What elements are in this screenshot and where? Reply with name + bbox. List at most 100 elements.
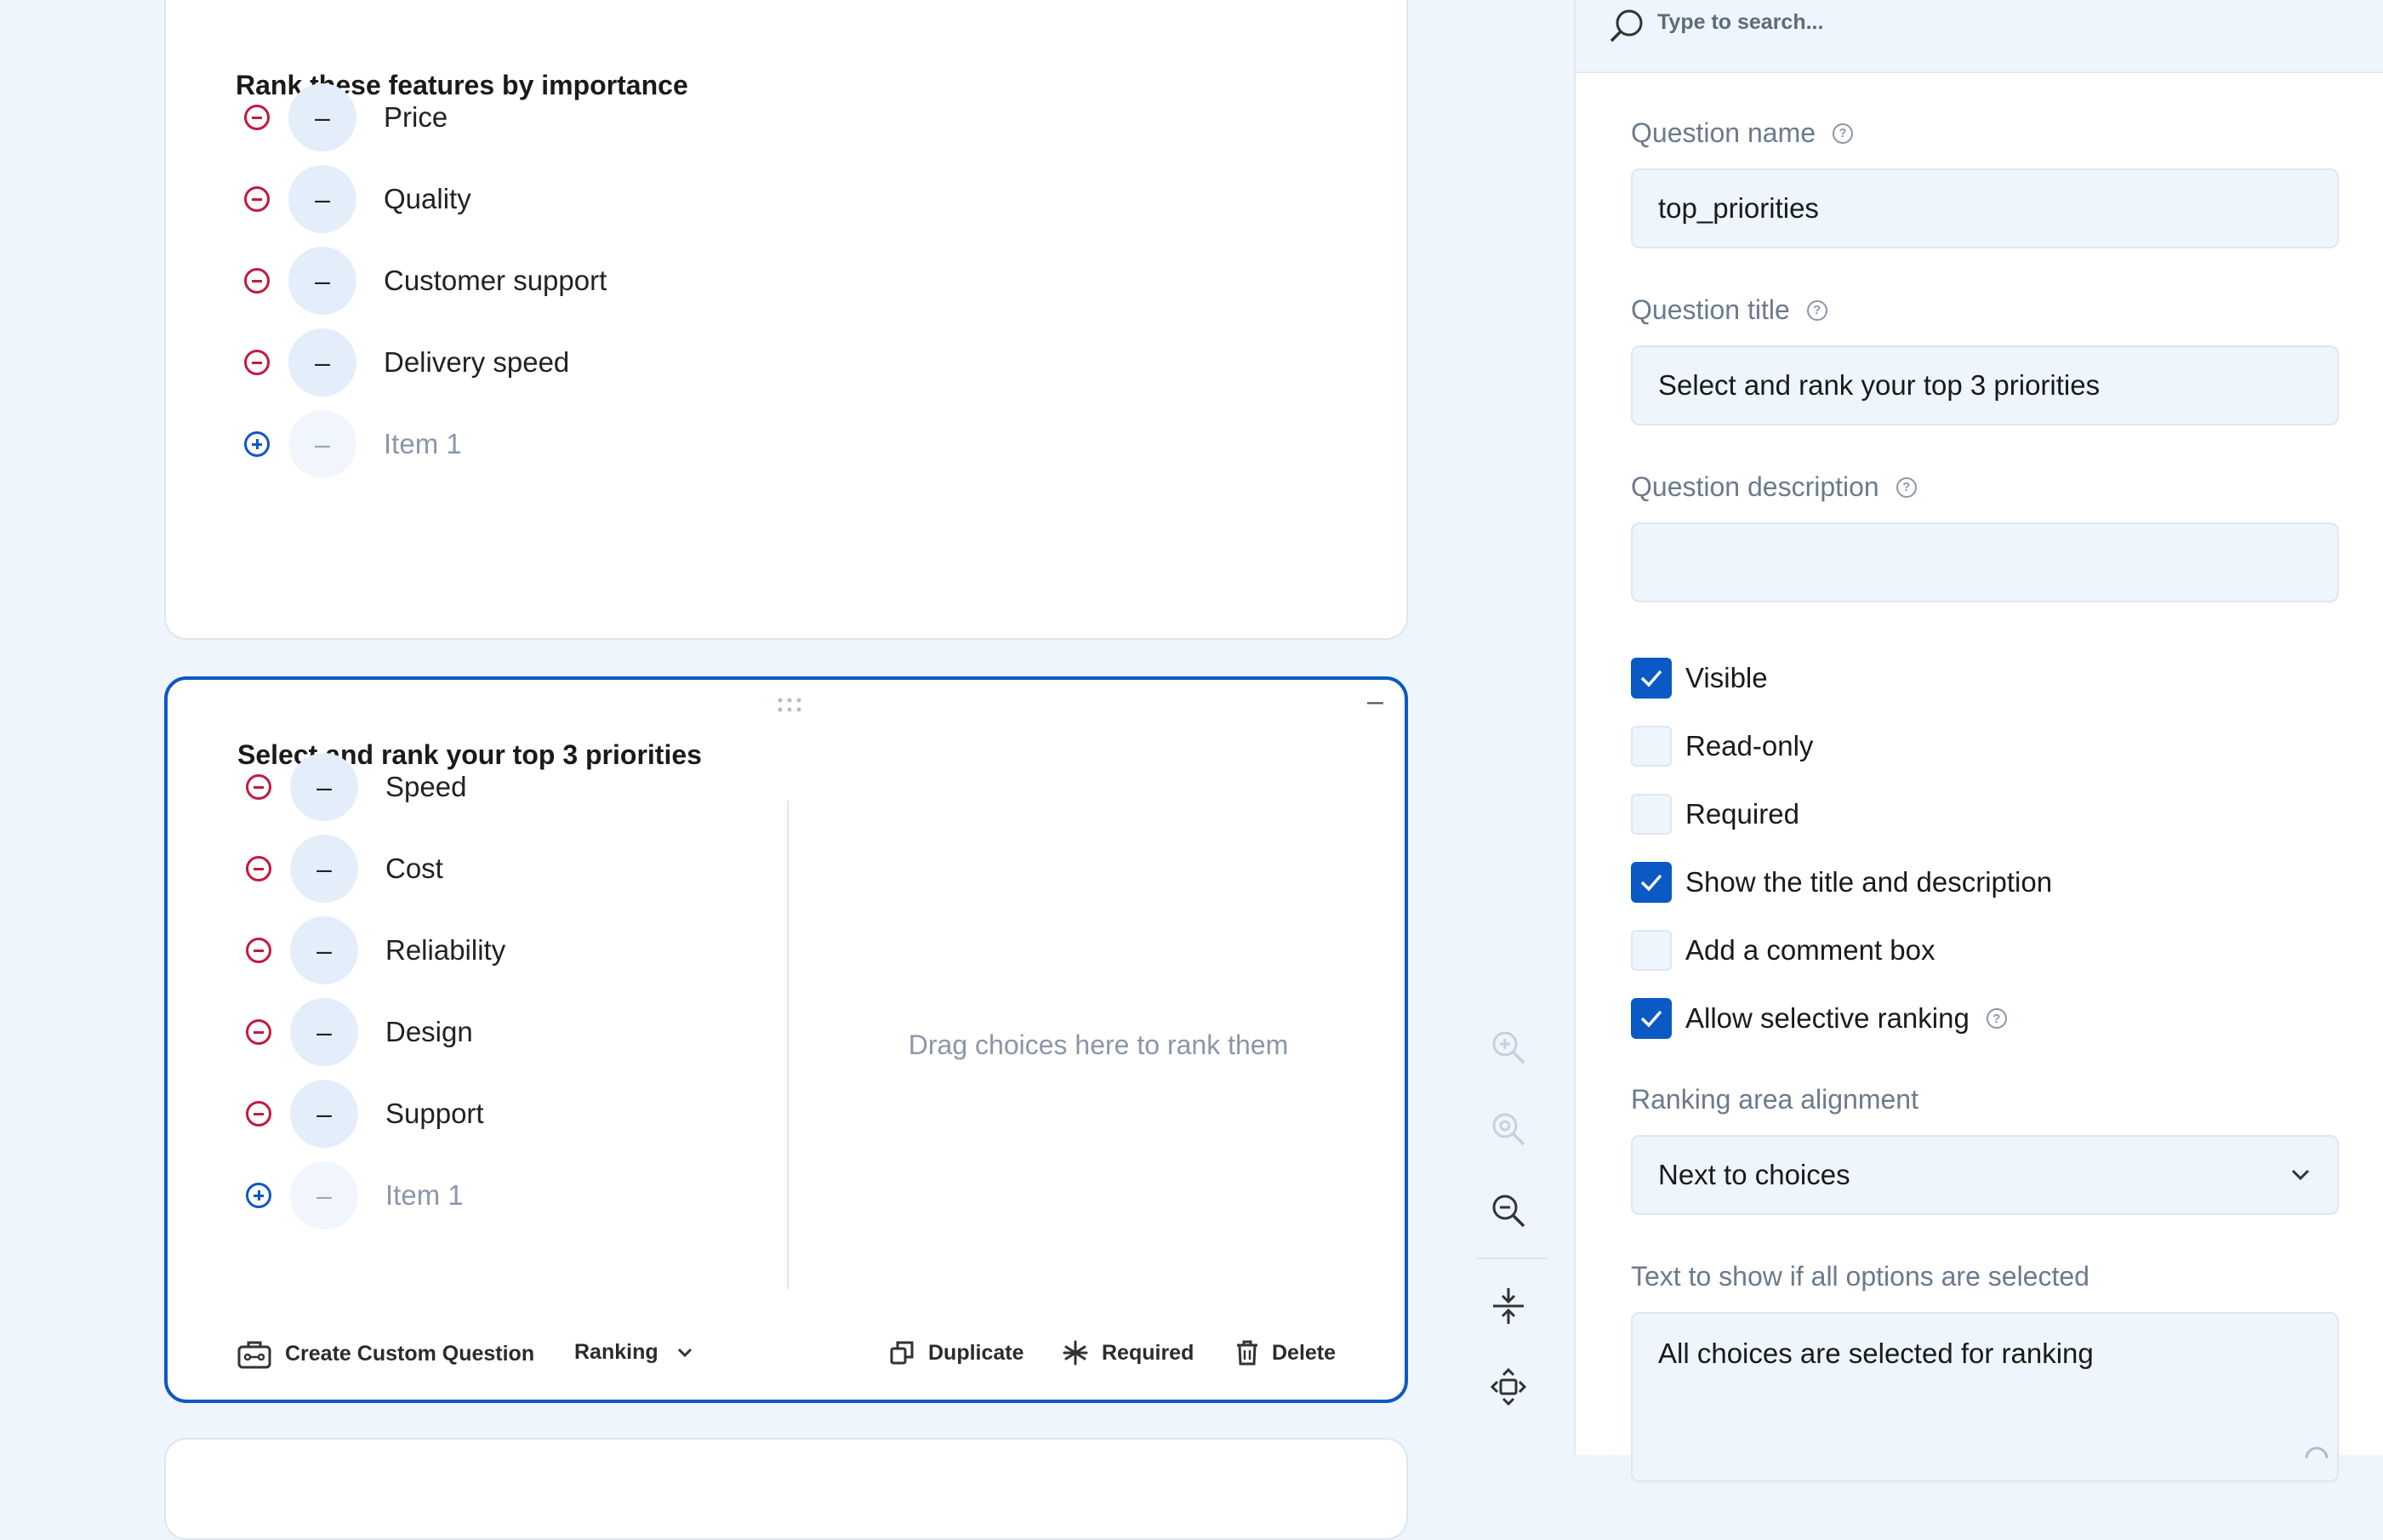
remove-choice-icon[interactable] — [246, 938, 271, 963]
checkbox-label: Show the title and description — [1685, 866, 2053, 898]
question-name-input[interactable]: top_priorities — [1631, 168, 2339, 248]
duplicate-icon — [890, 1341, 914, 1365]
rank-badge: – — [290, 1080, 358, 1148]
collapse-button[interactable]: – — [1367, 685, 1383, 718]
check-icon — [1640, 874, 1662, 892]
zoom-out-icon[interactable] — [1491, 1193, 1526, 1229]
checkbox-unchecked[interactable] — [1631, 726, 1672, 767]
help-icon[interactable]: ? — [1986, 1008, 2007, 1029]
choice-row[interactable]: – Quality — [236, 165, 471, 233]
question-type-label: Ranking — [574, 1340, 658, 1364]
all-selected-text-label: Text to show if all options are selected — [1631, 1261, 2089, 1292]
collapse-all-icon[interactable] — [1491, 1286, 1526, 1326]
read-only-checkbox[interactable]: Read-only — [1631, 726, 1813, 767]
new-choice-placeholder[interactable]: Item 1 — [384, 428, 462, 460]
required-toggle-button[interactable]: Required — [1063, 1340, 1194, 1366]
choice-label[interactable]: Delivery speed — [384, 346, 569, 379]
add-choice-icon[interactable] — [246, 1183, 271, 1208]
question-card-rank-features[interactable]: Rank these features by importance – Pric… — [164, 0, 1408, 640]
choice-row[interactable]: – Design — [237, 998, 473, 1066]
choice-row[interactable]: – Customer support — [236, 247, 607, 315]
checkbox-checked[interactable] — [1631, 658, 1672, 699]
question-description-input[interactable] — [1631, 522, 2339, 602]
add-choice-icon[interactable] — [244, 431, 270, 457]
rank-badge: – — [290, 753, 358, 821]
question-description-label: Question description ? — [1631, 471, 1917, 503]
choice-label[interactable]: Speed — [385, 771, 466, 803]
zoom-in-icon[interactable] — [1491, 1030, 1526, 1065]
checkbox-checked[interactable] — [1631, 998, 1672, 1039]
search-input[interactable]: Type to search... — [1657, 10, 1823, 35]
remove-choice-icon[interactable] — [244, 268, 270, 294]
checkbox-checked[interactable] — [1631, 862, 1672, 903]
checkbox-label: Visible — [1685, 662, 1768, 693]
choice-row[interactable]: – Reliability — [237, 916, 505, 984]
new-choice-row[interactable]: – Item 1 — [236, 410, 462, 478]
checkbox-label: Add a comment box — [1685, 934, 1935, 966]
delete-label: Delete — [1272, 1340, 1337, 1365]
ranking-alignment-value: Next to choices — [1658, 1159, 1850, 1190]
checkbox-unchecked[interactable] — [1631, 794, 1672, 835]
choice-label[interactable]: Reliability — [385, 934, 505, 967]
question-title-input[interactable]: Select and rank your top 3 priorities — [1631, 345, 2339, 425]
drag-handle-icon[interactable] — [777, 697, 802, 714]
create-custom-question-label: Create Custom Question — [285, 1341, 535, 1366]
all-selected-text-value: All choices are selected for ranking — [1658, 1338, 2094, 1369]
ranking-alignment-select[interactable]: Next to choices — [1631, 1135, 2339, 1215]
question-type-dropdown[interactable]: Ranking — [574, 1340, 706, 1365]
question-title-label-text: Question title — [1631, 294, 1790, 325]
comment-box-checkbox[interactable]: Add a comment box — [1631, 930, 1935, 971]
zoom-to-fit-icon[interactable] — [1491, 1111, 1526, 1147]
choice-row[interactable]: – Support — [237, 1080, 484, 1148]
choice-label[interactable]: Customer support — [384, 265, 607, 297]
create-custom-question-button[interactable]: Create Custom Question — [237, 1338, 534, 1369]
rank-badge: – — [288, 328, 356, 396]
remove-choice-icon[interactable] — [244, 186, 270, 212]
all-selected-text-area[interactable]: All choices are selected for ranking — [1631, 1312, 2339, 1482]
choice-row[interactable]: – Price — [236, 83, 448, 151]
help-icon[interactable]: ? — [1833, 123, 1854, 144]
choice-label[interactable]: Cost — [385, 853, 443, 885]
checkbox-label: Allow selective ranking — [1685, 1002, 1970, 1034]
tool-divider — [1477, 1258, 1547, 1259]
remove-choice-icon[interactable] — [244, 350, 270, 375]
remove-choice-icon[interactable] — [246, 774, 271, 800]
question-name-label: Question name ? — [1631, 117, 1854, 149]
choice-label[interactable]: Design — [385, 1016, 473, 1048]
new-choice-placeholder[interactable]: Item 1 — [385, 1179, 464, 1212]
delete-button[interactable]: Delete — [1236, 1340, 1336, 1366]
expand-all-icon[interactable] — [1491, 1368, 1526, 1406]
rank-badge: – — [290, 835, 358, 903]
choice-label[interactable]: Support — [385, 1098, 484, 1130]
required-label: Required — [1102, 1340, 1194, 1365]
trash-icon — [1237, 1340, 1257, 1366]
reset-icon[interactable] — [2301, 1443, 2332, 1460]
drop-hint: Drag choices here to rank them — [908, 1029, 1289, 1060]
question-name-label-text: Question name — [1631, 117, 1816, 148]
remove-choice-icon[interactable] — [246, 856, 271, 881]
question-card-top-priorities[interactable]: – Select and rank your top 3 priorities … — [164, 676, 1408, 1403]
help-icon[interactable]: ? — [1806, 299, 1827, 321]
choice-row[interactable]: – Speed — [237, 753, 466, 821]
choice-label[interactable]: Quality — [384, 183, 471, 215]
remove-choice-icon[interactable] — [246, 1019, 271, 1045]
remove-choice-icon[interactable] — [244, 105, 270, 130]
ranking-drop-area[interactable]: Drag choices here to rank them — [789, 801, 1408, 1289]
duplicate-button[interactable]: Duplicate — [889, 1340, 1024, 1366]
property-search-bar[interactable]: Type to search... — [1576, 0, 2383, 73]
choice-row[interactable]: – Delivery speed — [236, 328, 569, 396]
rank-badge: – — [290, 998, 358, 1066]
selective-ranking-checkbox[interactable]: Allow selective ranking ? — [1631, 998, 2007, 1039]
required-checkbox[interactable]: Required — [1631, 794, 1799, 835]
remove-choice-icon[interactable] — [246, 1101, 271, 1126]
help-icon[interactable]: ? — [1896, 476, 1917, 498]
show-title-checkbox[interactable]: Show the title and description — [1631, 862, 2052, 903]
check-icon — [1640, 670, 1662, 687]
checkbox-label: Required — [1685, 798, 1799, 830]
checkbox-unchecked[interactable] — [1631, 930, 1672, 971]
visible-checkbox[interactable]: Visible — [1631, 658, 1768, 699]
choice-row[interactable]: – Cost — [237, 835, 443, 903]
new-choice-row[interactable]: – Item 1 — [237, 1161, 464, 1229]
question-card-next[interactable] — [164, 1438, 1408, 1540]
choice-label[interactable]: Price — [384, 101, 448, 134]
